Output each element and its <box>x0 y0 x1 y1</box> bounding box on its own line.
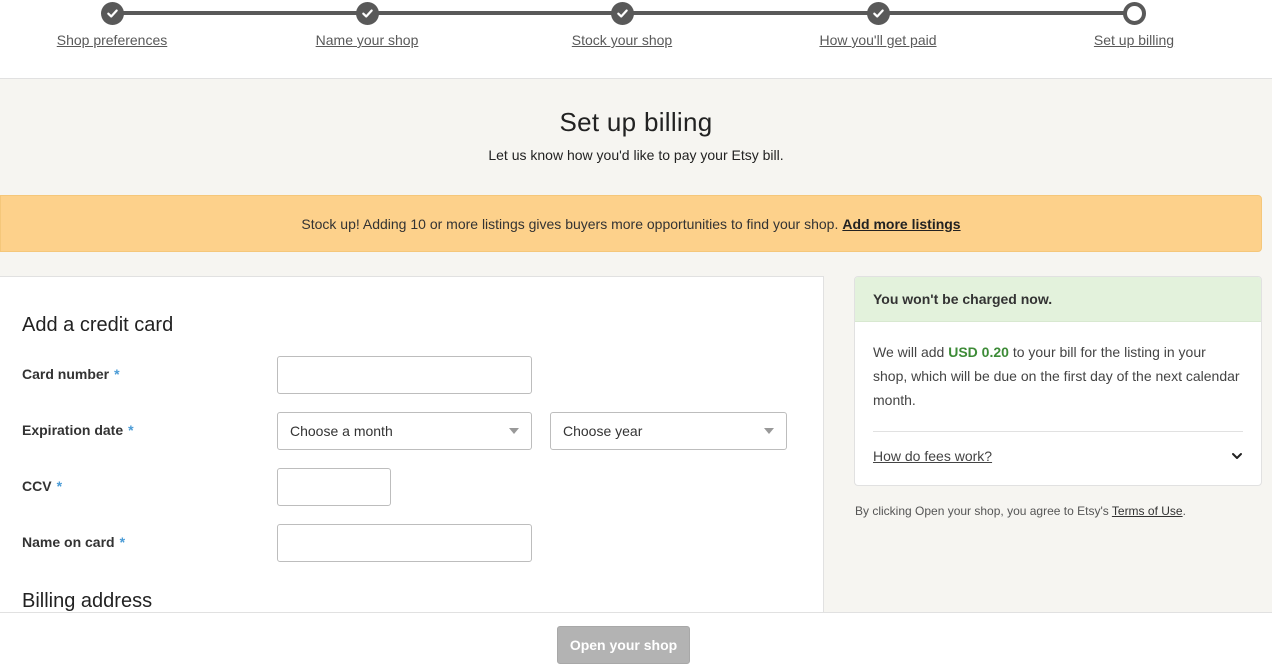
step-label[interactable]: How you'll get paid <box>778 32 978 48</box>
charge-info-card: You won't be charged now. We will add US… <box>854 276 1262 486</box>
charge-info-text: We will add USD 0.20 to your bill for th… <box>873 344 1240 408</box>
step-stock-your-shop[interactable]: Stock your shop <box>522 2 722 48</box>
dropdown-arrow-icon <box>509 428 519 434</box>
name-on-card-label: Name on card * <box>22 534 126 550</box>
step-label[interactable]: Name your shop <box>267 32 467 48</box>
divider <box>873 431 1243 432</box>
progress-stepper: Shop preferences Name your shop Stock yo… <box>0 0 1272 79</box>
terms-notice: By clicking Open your shop, you agree to… <box>855 504 1186 518</box>
dropdown-arrow-icon <box>764 428 774 434</box>
step-set-up-billing[interactable]: Set up billing <box>1034 2 1234 48</box>
expiration-date-label: Expiration date * <box>22 422 134 438</box>
check-icon <box>100 2 124 25</box>
charge-amount: USD 0.20 <box>948 344 1009 360</box>
banner-text: Stock up! Adding 10 or more listings giv… <box>301 215 839 232</box>
page-title: Set up billing <box>559 107 713 137</box>
step-label[interactable]: Stock your shop <box>522 32 722 48</box>
how-fees-work-toggle[interactable]: How do fees work? <box>873 448 1243 464</box>
chevron-down-icon[interactable] <box>1231 450 1243 462</box>
check-icon <box>866 2 890 25</box>
check-icon <box>355 2 379 25</box>
add-more-listings-link[interactable]: Add more listings <box>842 216 960 232</box>
required-marker: * <box>128 422 134 438</box>
page-subtitle: Let us know how you'd like to pay your E… <box>488 147 784 163</box>
ccv-input[interactable] <box>277 468 391 506</box>
required-marker: * <box>119 534 126 550</box>
footer-bar: Open your shop <box>0 612 1272 667</box>
billing-address-heading: Billing address <box>22 590 153 612</box>
credit-card-form: Add a credit card Card number * Expiratio… <box>0 276 824 616</box>
listings-banner: Stock up! Adding 10 or more listings giv… <box>0 195 1262 252</box>
step-how-you-get-paid[interactable]: How you'll get paid <box>778 2 978 48</box>
ring-icon <box>1122 2 1146 25</box>
name-on-card-input[interactable] <box>277 524 532 562</box>
step-label[interactable]: Set up billing <box>1034 32 1234 48</box>
check-icon <box>610 2 634 25</box>
ccv-label: CCV * <box>22 478 63 494</box>
card-number-label: Card number * <box>22 366 120 382</box>
how-fees-work-link[interactable]: How do fees work? <box>873 448 992 464</box>
required-marker: * <box>114 366 120 382</box>
step-label[interactable]: Shop preferences <box>12 32 212 48</box>
credit-card-heading: Add a credit card <box>22 314 174 336</box>
expiration-year-select[interactable]: Choose year <box>550 412 787 450</box>
required-marker: * <box>56 478 63 494</box>
year-select-value: Choose year <box>563 423 643 439</box>
month-select-value: Choose a month <box>290 423 393 439</box>
card-number-input[interactable] <box>277 356 532 394</box>
terms-of-use-link[interactable]: Terms of Use <box>1112 504 1183 518</box>
step-shop-preferences[interactable]: Shop preferences <box>12 2 212 48</box>
step-name-your-shop[interactable]: Name your shop <box>267 2 467 48</box>
open-your-shop-button[interactable]: Open your shop <box>557 626 690 664</box>
expiration-month-select[interactable]: Choose a month <box>277 412 532 450</box>
charge-info-header: You won't be charged now. <box>855 277 1261 322</box>
